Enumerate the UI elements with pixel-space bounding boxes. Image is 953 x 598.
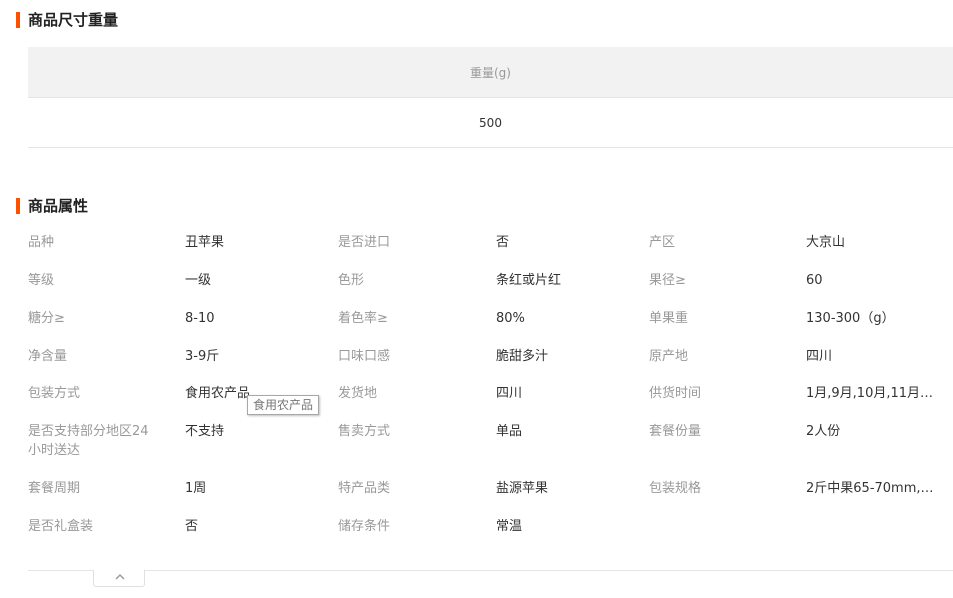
attr-label: 色形 (338, 273, 365, 288)
weight-value-cell: 500 (28, 97, 953, 148)
attr-value: 不支持 (185, 424, 225, 439)
attr-label: 是否进口 (338, 235, 391, 250)
attr-value: 丑苹果 (185, 235, 225, 250)
attr-value[interactable]: 2斤中果65-70mm,彩... (806, 479, 936, 499)
attr-value: 3-9斤 (185, 349, 220, 364)
attr-value: 大京山 (806, 235, 846, 250)
attr-value: 否 (496, 235, 510, 250)
section-title-attributes: 商品属性 (16, 196, 88, 216)
attr-value: 四川 (496, 386, 523, 401)
chevron-up-icon (115, 574, 125, 580)
attr-value: 脆甜多汁 (496, 349, 549, 364)
attr-label: 单果重 (649, 311, 689, 326)
attr-value: 一级 (185, 273, 212, 288)
attr-label: 果径≥ (649, 273, 686, 288)
attr-value: 盐源苹果 (496, 481, 549, 496)
section-title-size-weight: 商品尺寸重量 (16, 10, 118, 30)
attr-label: 净含量 (28, 349, 68, 364)
attr-value: 四川 (806, 349, 833, 364)
attr-label: 发货地 (338, 386, 378, 401)
attr-label: 口味口感 (338, 349, 391, 364)
attr-label: 特产品类 (338, 481, 391, 496)
attr-label: 套餐份量 (649, 424, 702, 439)
attr-value[interactable]: 1月,9月,10月,11月,1... (806, 384, 936, 404)
attr-label: 供货时间 (649, 386, 702, 401)
collapse-button[interactable] (93, 570, 145, 587)
attr-value: 1周 (185, 481, 207, 496)
attr-label: 包装规格 (649, 481, 702, 496)
value-tooltip: 食用农产品 (247, 395, 320, 415)
attr-value: 130-300（g） (806, 311, 895, 326)
size-weight-table: 重量(g) 500 (28, 47, 953, 148)
attr-value: 单品 (496, 424, 523, 439)
attr-label: 是否礼盒装 (28, 519, 94, 534)
attr-label: 等级 (28, 273, 55, 288)
attr-label: 糖分≥ (28, 311, 65, 326)
attr-label: 着色率≥ (338, 311, 388, 326)
attr-value: 8-10 (185, 311, 215, 326)
attr-value: 80% (496, 311, 525, 326)
attr-value: 常温 (496, 519, 523, 534)
attr-label: 包装方式 (28, 386, 81, 401)
attr-label: 是否支持部分地区24小时送达 (28, 424, 149, 458)
attr-label: 售卖方式 (338, 424, 391, 439)
attr-value: 60 (806, 273, 823, 288)
section-divider (28, 570, 953, 571)
attr-label: 储存条件 (338, 519, 391, 534)
attr-value: 2人份 (806, 424, 841, 439)
attr-label: 套餐周期 (28, 481, 81, 496)
attr-value: 否 (185, 519, 199, 534)
attr-label: 原产地 (649, 349, 689, 364)
attr-label: 产区 (649, 235, 676, 250)
weight-column-header: 重量(g) (28, 47, 953, 98)
attr-value: 条红或片红 (496, 273, 562, 288)
attr-label: 品种 (28, 235, 55, 250)
